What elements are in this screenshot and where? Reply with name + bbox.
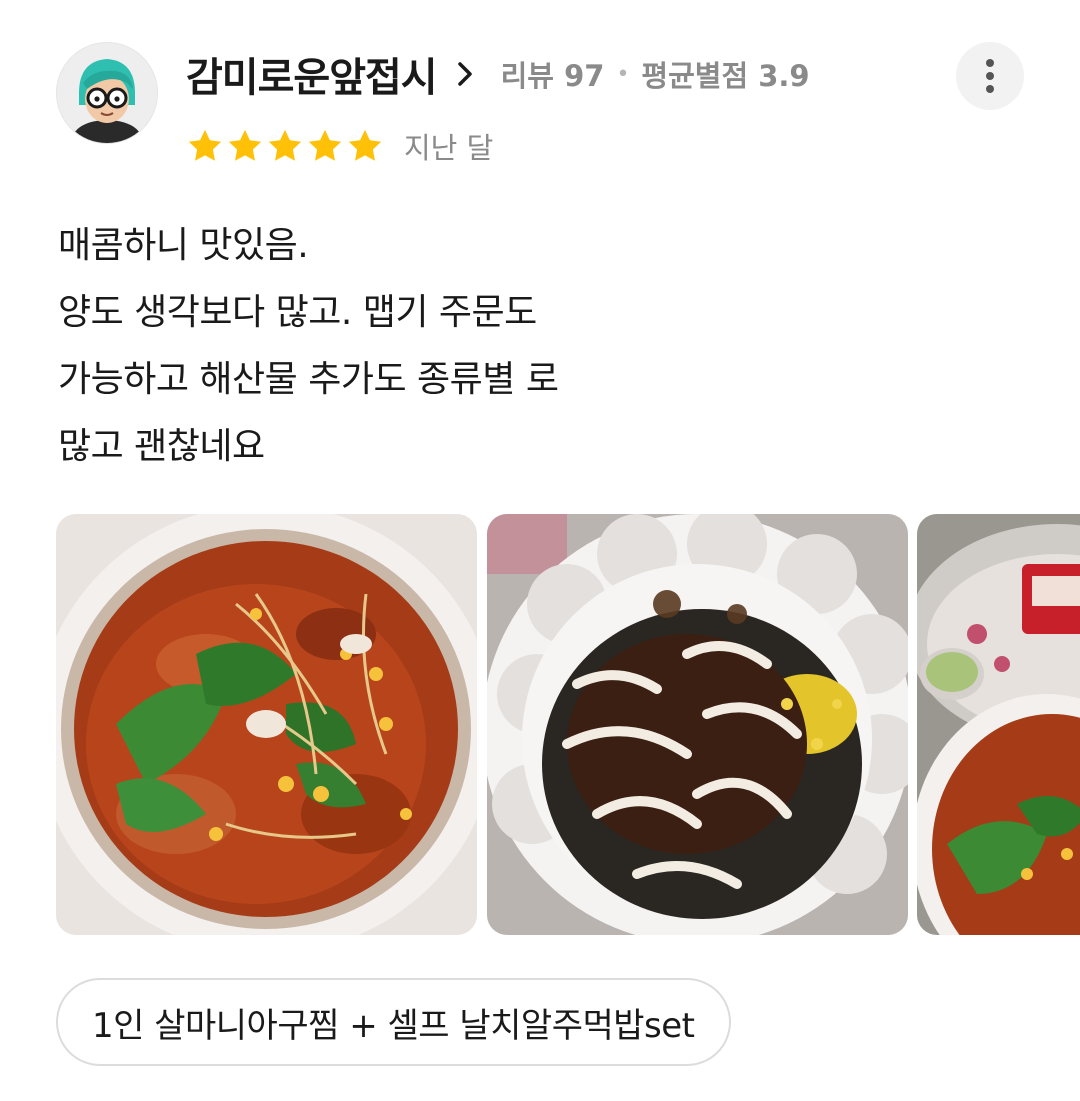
rating-row: 지난 달 <box>186 124 493 168</box>
review-photo-1[interactable] <box>56 514 477 935</box>
star-icon <box>186 127 224 165</box>
review-body: 매콤하니 맛있음. 양도 생각보다 많고. 맵기 주문도 가능하고 해산물 추가… <box>58 212 1038 480</box>
review-photo-2[interactable] <box>487 514 908 935</box>
review-date: 지난 달 <box>404 131 494 165</box>
chevron-right-icon[interactable] <box>451 60 479 88</box>
food-photo-rice-ball-with-sauce <box>487 514 908 935</box>
review-line: 매콤하니 맛있음. <box>58 225 309 266</box>
review-line: 양도 생각보다 많고. 맵기 주문도 <box>58 292 537 333</box>
reviewer-nickname[interactable]: 감미로운앞접시 <box>186 45 438 103</box>
average-rating: 평균별점 3.9 <box>641 59 810 93</box>
reviewer-header: 감미로운앞접시 리뷰 97 • 평균별점 3.9 <box>186 45 810 103</box>
avatar-illustration <box>57 43 157 143</box>
star-icon <box>306 127 344 165</box>
review-photo-3[interactable] <box>917 514 1080 935</box>
more-options-button[interactable] <box>956 42 1024 110</box>
meta-separator: • <box>616 61 630 87</box>
reviewer-avatar[interactable] <box>56 42 158 144</box>
star-icon <box>346 127 384 165</box>
star-icon <box>226 127 264 165</box>
ordered-menu-chip[interactable]: 1인 살마니아구찜 + 셀프 날치알주먹밥set <box>56 978 731 1066</box>
food-photo-table-setting <box>917 514 1080 935</box>
review-line: 많고 괜찮네요 <box>58 426 265 467</box>
review-count: 리뷰 97 <box>500 59 605 93</box>
star-rating <box>186 127 384 165</box>
star-icon <box>266 127 304 165</box>
food-photo-spicy-seafood-stew <box>56 514 477 935</box>
more-vertical-icon <box>986 59 994 93</box>
review-line: 가능하고 해산물 추가도 종류별 로 <box>58 359 559 400</box>
